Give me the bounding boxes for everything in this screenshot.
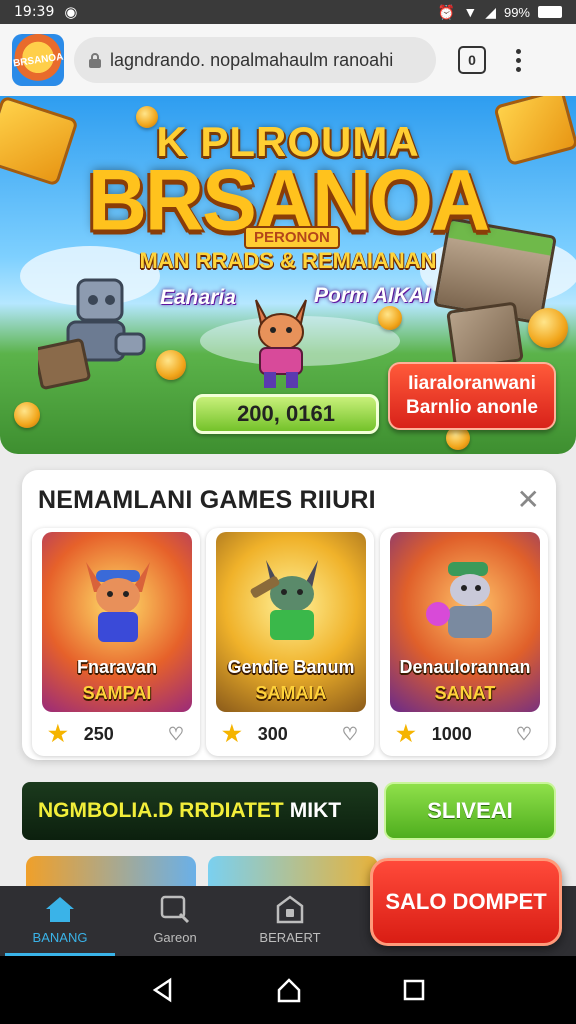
search-icon <box>160 895 190 924</box>
game-footer: ★ 300 ♡ <box>206 714 374 754</box>
coin-icon <box>378 306 402 330</box>
cta-button[interactable]: SLIVEAI <box>384 782 556 840</box>
coin-icon <box>528 308 568 348</box>
hero-badge: PERONON <box>244 226 340 249</box>
game-card[interactable]: Fnaravan SAMPAI ★ 250 ♡ <box>32 528 200 756</box>
site-logo[interactable]: BRSANOA <box>12 34 64 86</box>
clock: 19:39 <box>14 4 55 20</box>
robot-character-icon <box>38 278 146 390</box>
game-card[interactable]: Gendie Banum SAMAIA ★ 300 ♡ <box>206 528 374 756</box>
favorite-icon[interactable]: ♡ <box>168 724 184 745</box>
game-footer: ★ 1000 ♡ <box>380 714 548 754</box>
status-bar: 19:39 ◉ ⏰ ▼ ◢ 99% <box>0 0 576 24</box>
dog-character-icon <box>426 562 492 638</box>
browser-toolbar: BRSANOA lagndrando. nopalmahaulm ranoahi… <box>0 24 576 96</box>
wallet-button[interactable]: SALO DOMPET <box>370 858 562 946</box>
star-icon: ★ <box>48 721 68 746</box>
wifi-icon: ▼ <box>463 4 478 20</box>
game-thumbnail: Gendie Banum SAMAIA <box>216 532 366 712</box>
fox-character-icon <box>86 562 150 642</box>
game-rating: 300 <box>257 723 288 744</box>
hero-promo-button[interactable]: Iiaraloranwani Barnlio anonle <box>388 362 556 430</box>
alarm-icon: ⏰ <box>437 3 456 20</box>
game-card[interactable]: Denaulorannan SANAT ★ 1000 ♡ <box>380 528 548 756</box>
cta-banner[interactable]: NGMBOLIA.D RRDIATET MIKT <box>22 782 378 840</box>
game-rating: 250 <box>83 723 114 744</box>
game-subtitle: SAMPAI <box>82 683 152 703</box>
hero-amount-button[interactable]: 200, 0161 <box>193 394 379 434</box>
close-icon[interactable]: ✕ <box>517 486 540 514</box>
notification-icon: ◉ <box>64 4 78 21</box>
hero-left-label: Eaharia <box>160 286 236 309</box>
section-title: NEMAMLANI GAMES RIIURI <box>38 486 376 514</box>
lock-icon <box>89 53 101 68</box>
favorite-icon[interactable]: ♡ <box>342 724 358 745</box>
game-title: Fnaravan <box>76 657 158 677</box>
signal-icon: ◢ <box>485 3 496 20</box>
game-title: Gendie Banum <box>227 657 355 677</box>
floating-rock-icon <box>446 301 524 371</box>
favorite-icon[interactable]: ♡ <box>516 724 532 745</box>
game-rating: 1000 <box>431 723 472 744</box>
menu-icon[interactable] <box>516 48 521 72</box>
games-section: NEMAMLANI GAMES RIIURI ✕ Fnaravan SAMPAI… <box>22 470 556 760</box>
cta-text-highlight: MIKT <box>289 799 342 822</box>
nav-label: Gareon <box>153 930 197 945</box>
cat-gunner-character-icon <box>250 560 318 640</box>
nav-item-home[interactable]: BANANG <box>5 886 115 956</box>
game-subtitle: SAMAIA <box>255 683 327 703</box>
url-text: lagndrando. nopalmahaulm ranoahi <box>110 49 394 70</box>
game-subtitle: SANAT <box>434 683 496 703</box>
back-icon[interactable] <box>150 977 176 1003</box>
recents-icon[interactable] <box>402 978 426 1002</box>
nav-label: BERAERT <box>259 930 321 945</box>
hero-banner[interactable]: K PLROUMA BRSANOA PERONON MAN RRADS & RE… <box>0 96 576 454</box>
home-icon <box>46 897 74 922</box>
nav-label: BANANG <box>32 930 88 945</box>
url-field[interactable]: lagndrando. nopalmahaulm ranoahi <box>74 37 436 83</box>
nav-item-search[interactable]: Gareon <box>120 886 230 956</box>
star-icon: ★ <box>222 721 242 746</box>
lock-icon <box>276 895 304 924</box>
game-title: Denaulorannan <box>399 657 531 677</box>
cat-character-icon <box>255 299 307 388</box>
hero-subtitle: MAN RRADS & REMAIANAN <box>139 248 437 273</box>
game-thumbnail: Denaulorannan SANAT <box>390 532 540 712</box>
star-icon: ★ <box>396 721 416 746</box>
game-footer: ★ 250 ♡ <box>32 714 200 754</box>
cta-text: NGMBOLIA.D RRDIATET <box>38 799 284 822</box>
battery-icon <box>538 6 562 18</box>
system-navigation-bar <box>0 956 576 1024</box>
coin-icon <box>14 402 40 428</box>
nav-item-account[interactable]: BERAERT <box>235 886 345 956</box>
coin-icon <box>156 350 186 380</box>
home-button-icon[interactable] <box>275 976 303 1004</box>
hero-right-label: Porm AIKAI <box>314 284 430 307</box>
battery-percent: 99% <box>503 4 530 20</box>
game-thumbnail: Fnaravan SAMPAI <box>42 532 192 712</box>
tabs-button[interactable]: 0 <box>458 46 486 74</box>
